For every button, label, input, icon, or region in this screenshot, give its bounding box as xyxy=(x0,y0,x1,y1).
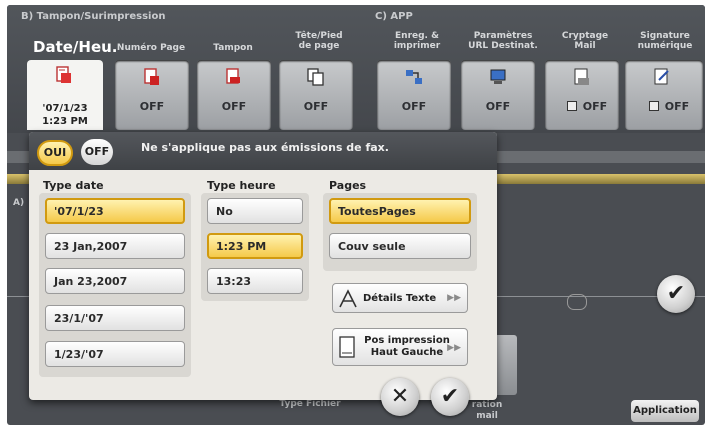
header-header-footer: Tête/Pied de page xyxy=(295,31,343,51)
copy-icon xyxy=(307,68,324,86)
url-params-tile[interactable]: OFF xyxy=(461,60,535,130)
text-details-button[interactable]: Détails Texte ▶▶ xyxy=(332,283,468,313)
text-details-icon xyxy=(339,289,357,308)
section-header-app: C) APP xyxy=(375,11,413,22)
cancel-icon[interactable]: ✕ xyxy=(381,378,419,416)
header-stamp: Tampon xyxy=(213,43,253,53)
mail-icon xyxy=(574,68,589,85)
time-type-option[interactable]: No xyxy=(207,198,303,224)
dialog-message-bar: OUI OFF Ne s'applique pas aux émissions … xyxy=(29,132,497,170)
date-time-tile[interactable]: '07/1/23 1:23 PM xyxy=(27,60,103,130)
fax-notice-message: Ne s'applique pas aux émissions de fax. xyxy=(141,141,389,154)
date-tile-value: '07/1/23 1:23 PM xyxy=(42,103,88,127)
save-print-status: OFF xyxy=(401,100,427,113)
pages-option[interactable]: Couv seule xyxy=(329,233,471,259)
pages-option[interactable]: ToutesPages xyxy=(329,198,471,224)
date-type-option[interactable]: 1/23/'07 xyxy=(45,341,185,367)
checkbox-icon xyxy=(648,101,659,111)
header-mail-encrypt: Cryptage Mail xyxy=(561,31,609,51)
file-type-label: Type Fichier xyxy=(279,399,341,409)
digital-signature-tile[interactable]: OFF xyxy=(625,60,703,130)
page-number-icon xyxy=(144,68,159,85)
time-type-option[interactable]: 1:23 PM xyxy=(207,233,303,259)
page-position-icon xyxy=(339,336,355,358)
time-type-title: Type heure xyxy=(207,179,276,192)
header-footer-status: OFF xyxy=(303,100,329,113)
mail-encrypt-tile[interactable]: OFF xyxy=(545,60,619,130)
date-type-option[interactable]: 23 Jan,2007 xyxy=(45,233,185,259)
page-number-tile[interactable]: OFF xyxy=(115,60,189,130)
section-header-stamp: B) Tampon/Surimpression xyxy=(21,11,166,22)
checkmark-icon[interactable]: ✔ xyxy=(657,275,695,313)
date-time-dialog: OUI OFF Ne s'applique pas aux émissions … xyxy=(29,132,497,400)
network-icon xyxy=(406,70,422,84)
date-type-option[interactable]: Jan 23,2007 xyxy=(45,268,185,294)
page-number-status: OFF xyxy=(139,100,165,113)
save-print-tile[interactable]: OFF xyxy=(377,60,451,130)
header-save-print: Enreg. & imprimer xyxy=(393,31,441,51)
stamp-icon xyxy=(56,66,71,83)
toggle-on-button[interactable]: OUI xyxy=(37,140,73,166)
checkbox-icon xyxy=(566,101,577,111)
date-type-title: Type date xyxy=(43,179,104,192)
confirm-icon[interactable]: ✔ xyxy=(431,378,469,416)
forward-arrow-icon: ▶▶ xyxy=(447,343,461,353)
stamp-status: OFF xyxy=(221,100,247,113)
forward-arrow-icon: ▶▶ xyxy=(447,293,461,303)
toggle-off-button[interactable]: OFF xyxy=(81,139,113,165)
signature-icon xyxy=(654,68,669,85)
mail-label-partial: ration mail xyxy=(471,400,503,421)
status-circle-icon xyxy=(567,294,587,310)
time-type-option[interactable]: 13:23 xyxy=(207,268,303,294)
tab-date-time[interactable]: Date/Heu. xyxy=(33,39,118,56)
print-position-button[interactable]: Pos impression Haut Gauche ▶▶ xyxy=(332,328,468,366)
application-button[interactable]: Application xyxy=(631,400,699,422)
header-url-params: Paramètres URL Destinat. xyxy=(468,31,538,51)
mail-encrypt-status: OFF xyxy=(545,100,619,113)
url-params-status: OFF xyxy=(485,100,511,113)
digital-signature-status: OFF xyxy=(625,100,703,113)
pages-title: Pages xyxy=(329,179,367,192)
control-panel-screen: B) Tampon/Surimpression C) APP Date/Heu.… xyxy=(7,5,705,425)
date-type-option[interactable]: 23/1/'07 xyxy=(45,305,185,331)
header-page-number: Numéro Page xyxy=(116,43,186,53)
date-type-option[interactable]: '07/1/23 xyxy=(45,198,185,224)
stamp-icon xyxy=(226,68,240,84)
computer-icon xyxy=(490,69,506,84)
side-section-letter: A) xyxy=(13,198,25,208)
stamp-tile[interactable]: OFF xyxy=(197,60,271,130)
header-footer-tile[interactable]: OFF xyxy=(279,60,353,130)
header-digital-signature: Signature numérique xyxy=(637,31,693,51)
